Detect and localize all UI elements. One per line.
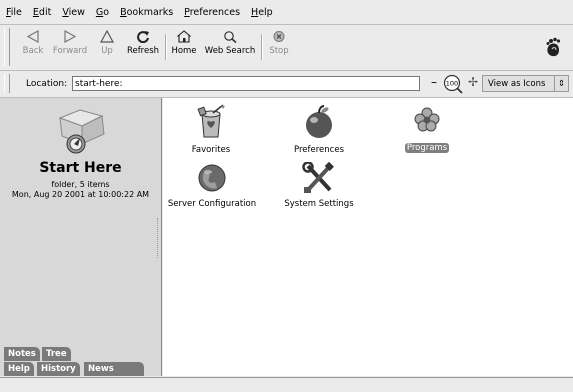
item-label: System Settings	[284, 199, 354, 209]
favorites-icon	[197, 104, 225, 138]
item-label: Preferences	[294, 145, 344, 155]
tab-help[interactable]: Help	[4, 362, 34, 376]
status-bar	[0, 377, 573, 392]
gnome-foot-logo	[546, 37, 561, 57]
stop-button-label: Stop	[269, 46, 289, 56]
menu-help-label: elp	[258, 6, 273, 18]
item-label: Server Configuration	[167, 199, 257, 209]
item-preferences[interactable]: Preferences	[289, 104, 349, 155]
tab-history[interactable]: History	[37, 362, 80, 376]
programs-icon	[414, 107, 440, 132]
start-here-icon	[58, 109, 105, 154]
web-search-icon	[224, 31, 237, 43]
menu-view-label: iew	[68, 6, 85, 18]
item-server-configuration[interactable]: Server Configuration	[165, 162, 259, 209]
zoom-level: 100	[446, 80, 458, 88]
menu-go[interactable]: Go	[96, 7, 109, 18]
sidebar: Start Here folder, 5 items Mon, Aug 20 2…	[0, 98, 162, 376]
zoom-level-button[interactable]: 100	[443, 74, 463, 94]
menu-help[interactable]: Help	[251, 7, 273, 18]
item-label: Favorites	[191, 145, 231, 155]
menu-edit[interactable]: Edit	[33, 7, 51, 18]
item-label-selected: Programs	[404, 143, 450, 153]
location-input[interactable]: start-here:	[72, 76, 420, 91]
icon-view: Favorites Preferences Programs Server Co…	[163, 98, 573, 376]
menu-preferences-label: references	[189, 6, 241, 18]
forward-button[interactable]: Forward	[50, 30, 90, 56]
home-button-label: Home	[171, 46, 197, 56]
view-as-select[interactable]: View as Icons ⇕	[482, 75, 569, 92]
web-search-button-label: Web Search	[204, 46, 256, 56]
sidebar-subtitle: folder, 5 items	[51, 180, 110, 189]
forward-arrow-icon	[64, 30, 77, 43]
sidebar-resize-handle[interactable]	[157, 218, 161, 258]
zoom-out-button[interactable]: –	[431, 75, 437, 89]
sidebar-tabs: Notes Tree Help History News	[0, 345, 161, 376]
zoom-in-button[interactable]: ✢	[468, 75, 478, 89]
tab-notes[interactable]: Notes	[4, 347, 40, 361]
menu-file[interactable]: File	[6, 7, 22, 18]
refresh-button[interactable]: Refresh	[125, 30, 161, 56]
sidebar-date: Mon, Aug 20 2001 at 10:00:22 AM	[11, 190, 150, 199]
refresh-button-label: Refresh	[126, 46, 160, 56]
preferences-icon	[306, 105, 332, 138]
location-label: Location:	[26, 79, 68, 89]
toolbar-separator	[261, 34, 263, 60]
menu-bookmarks-label: ookmarks	[126, 6, 174, 18]
home-icon	[177, 30, 191, 43]
item-favorites[interactable]: Favorites	[181, 104, 241, 155]
stop-icon	[273, 31, 285, 42]
forward-button-label: Forward	[52, 46, 88, 56]
view-as-select-label: View as Icons	[488, 79, 546, 89]
back-arrow-icon	[26, 30, 39, 43]
tab-news[interactable]: News	[84, 362, 144, 376]
tab-tree[interactable]: Tree	[42, 347, 71, 361]
menu-preferences[interactable]: Preferences	[184, 7, 240, 18]
location-bar: Location: start-here: – 100 ✢ View as Ic…	[0, 71, 573, 98]
up-button-label: Up	[101, 46, 113, 56]
web-search-button[interactable]: Web Search	[203, 30, 257, 56]
menu-edit-label: dit	[38, 6, 52, 18]
server-configuration-icon	[198, 164, 226, 192]
item-system-settings[interactable]: System Settings	[281, 161, 357, 209]
up-arrow-icon	[100, 30, 114, 43]
menu-bookmarks[interactable]: Bookmarks	[120, 7, 173, 18]
back-button[interactable]: Back	[20, 30, 46, 56]
sidebar-title: Start Here	[39, 160, 122, 176]
menu-view[interactable]: View	[62, 7, 85, 18]
toolbar-grip[interactable]	[4, 28, 10, 66]
toolbar: Back Forward Up Refresh Home Web Search …	[0, 26, 573, 71]
select-arrows-icon: ⇕	[554, 76, 568, 91]
location-bar-grip[interactable]	[4, 74, 10, 93]
toolbar-separator	[165, 34, 167, 60]
up-button[interactable]: Up	[98, 30, 116, 56]
home-button[interactable]: Home	[170, 30, 198, 56]
menu-bar: File Edit View Go Bookmarks Preferences …	[0, 0, 573, 25]
item-programs[interactable]: Programs	[397, 104, 457, 153]
back-button-label: Back	[22, 46, 44, 56]
refresh-icon	[137, 31, 149, 43]
menu-file-label: ile	[10, 6, 22, 18]
system-settings-icon	[302, 161, 334, 193]
menu-go-label: o	[103, 6, 110, 18]
stop-button[interactable]: Stop	[268, 30, 290, 56]
